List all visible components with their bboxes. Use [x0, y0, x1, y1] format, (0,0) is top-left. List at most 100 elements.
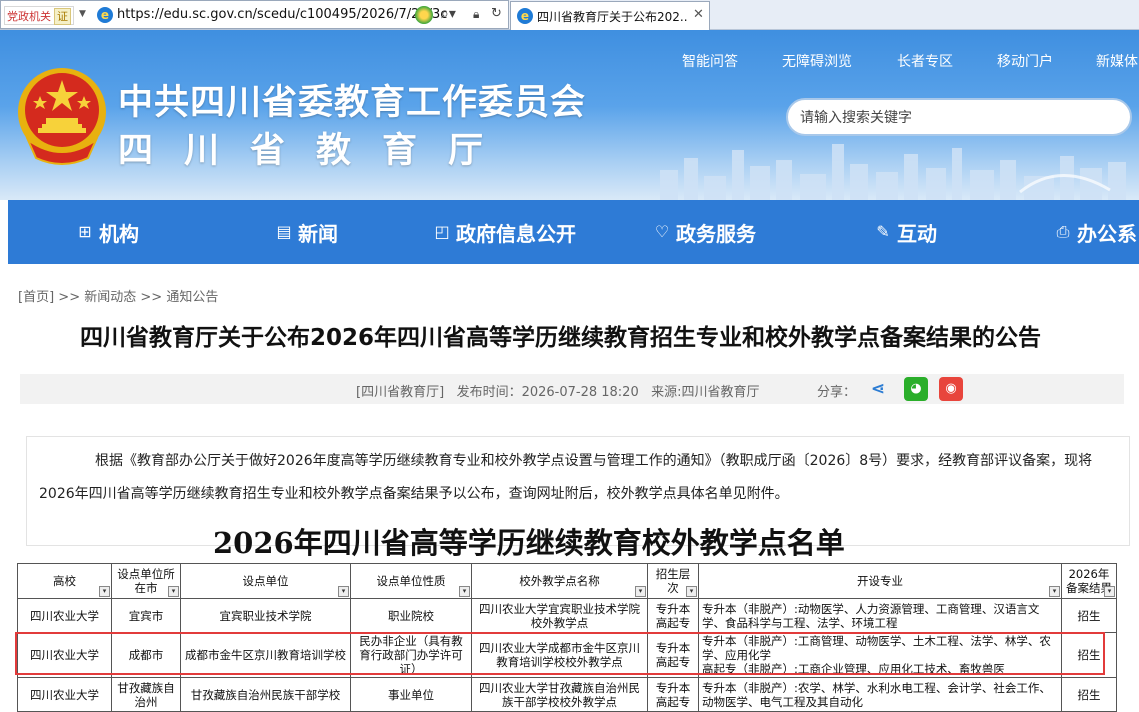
link-accessibility[interactable]: 无障碍浏览: [782, 51, 852, 71]
refresh-icon[interactable]: ↻: [491, 6, 502, 21]
cell-majors: 专升本（非脱产）:工商管理、动物医学、土木工程、法学、林学、农学、应用化学 高起…: [698, 632, 1062, 678]
col-header[interactable]: 设点单位所在市 ▾: [111, 563, 181, 599]
source: 来源:四川省教育厅: [651, 385, 760, 400]
cell-unit: 宜宾职业技术学院: [180, 598, 351, 633]
cell-city: 甘孜藏族自治州: [111, 677, 181, 712]
filter-icon[interactable]: ▾: [459, 586, 470, 597]
table-row: 四川农业大学 成都市 成都市金牛区京川教育培训学校 民办非企业（具有教育行政部门…: [17, 632, 1117, 678]
cell-city: 宜宾市: [111, 598, 181, 633]
nav-item-office[interactable]: ⎙ 办公系: [1054, 200, 1137, 264]
nav-label: 互动: [897, 221, 937, 246]
cell-nature: 职业院校: [350, 598, 472, 633]
filter-icon[interactable]: ▾: [338, 586, 349, 597]
filter-icon[interactable]: ▾: [99, 586, 110, 597]
nav-label: 新闻: [298, 221, 338, 246]
col-header[interactable]: 2026年备案结果 ▾: [1061, 563, 1117, 599]
info-disclosure-icon: ◰: [434, 222, 450, 241]
filter-icon[interactable]: ▾: [1104, 586, 1115, 597]
meta-text: [四川省教育厅] 发布时间：2026-07-28 18:20 来源:四川省教育厅: [356, 381, 760, 400]
link-elderly[interactable]: 长者专区: [897, 51, 953, 71]
col-header[interactable]: 高校 ▾: [17, 563, 112, 599]
nav-item-news[interactable]: ▤ 新闻: [275, 200, 338, 264]
col-header-label: 设点单位: [242, 574, 289, 588]
cell-university: 四川农业大学: [17, 677, 112, 712]
nav-label: 办公系: [1077, 221, 1137, 246]
share-label: 分享：: [817, 385, 857, 400]
browser-chrome: 党政机关证 ▼ e https://edu.sc.gov.cn/scedu/c1…: [0, 0, 1139, 30]
link-new-media[interactable]: 新媒体: [1096, 51, 1138, 71]
link-mobile-portal[interactable]: 移动门户: [997, 51, 1053, 71]
cell-majors: 专升本（非脱产）:动物医学、人力资源管理、工商管理、汉语言文学、食品科学与工程、…: [698, 598, 1062, 633]
col-header[interactable]: 招生层次 ▾: [647, 563, 699, 599]
heart-service-icon: ♡: [654, 222, 670, 241]
address-bar[interactable]: 党政机关证 ▼ e https://edu.sc.gov.cn/scedu/c1…: [0, 0, 509, 29]
table-header-row: 高校 ▾ 设点单位所在市 ▾ 设点单位 ▾ 设点单位性质 ▾ 校外教学点名称 ▾ 招生层次…: [17, 563, 1117, 599]
table-row: 四川农业大学 宜宾市 宜宾职业技术学院 职业院校 四川农业大学宜宾职业技术学院校…: [17, 598, 1117, 633]
cell-unit: 成都市金牛区京川教育培训学校: [180, 632, 351, 678]
filter-icon[interactable]: ▾: [168, 586, 179, 597]
cell-unit: 甘孜藏族自治州民族干部学校: [180, 677, 351, 712]
article-meta: [四川省教育厅] 发布时间：2026-07-28 18:20 来源:四川省教育厅…: [20, 374, 1124, 404]
nav-item-org[interactable]: ⊞ 机构: [76, 200, 139, 264]
cell-site-name: 四川农业大学宜宾职业技术学院校外教学点: [471, 598, 648, 633]
nav-item-info[interactable]: ◰ 政府信息公开: [433, 200, 576, 264]
col-header-label: 设点单位所在市: [117, 567, 175, 595]
main-nav: ⊞ 机构 ▤ 新闻 ◰ 政府信息公开 ♡ 政务服务 ✎ 互动 ⎙ 办公系: [8, 200, 1139, 264]
col-header-label: 高校: [53, 574, 76, 588]
nav-item-service[interactable]: ♡ 政务服务: [653, 200, 756, 264]
weibo-icon[interactable]: ◉: [939, 377, 963, 401]
compat-icon[interactable]: [415, 6, 433, 24]
col-header-label: 校外教学点名称: [519, 574, 600, 588]
breadcrumb-notices[interactable]: 通知公告: [166, 290, 218, 305]
breadcrumb-home[interactable]: [首页]: [18, 290, 54, 305]
filter-icon[interactable]: ▾: [1049, 586, 1060, 597]
search-icon[interactable]: ⌕▾: [441, 6, 456, 22]
cell-nature: 事业单位: [350, 677, 472, 712]
site-header: 中共四川省委教育工作委员会 四川省教育厅 智能问答 无障碍浏览 长者专区 移动门…: [0, 30, 1139, 200]
filter-icon[interactable]: ▾: [635, 586, 646, 597]
browser-tab[interactable]: e 四川省教育厅关于公布202... ✕: [510, 1, 710, 30]
cell-site-name: 四川农业大学成都市金牛区京川教育培训学校校外教学点: [471, 632, 648, 678]
publish-time: 发布时间：2026-07-28 18:20: [456, 385, 639, 400]
col-header[interactable]: 设点单位 ▾: [180, 563, 351, 599]
cell-level: 专升本 高起专: [647, 677, 699, 712]
share-icon[interactable]: ⋖: [866, 377, 890, 401]
nav-item-interact[interactable]: ✎ 互动: [874, 200, 937, 264]
link-smart-qa[interactable]: 智能问答: [682, 51, 738, 71]
org-name: 中共四川省委教育工作委员会: [118, 83, 587, 123]
url-text[interactable]: https://edu.sc.gov.cn/scedu/c100495/2026…: [117, 7, 447, 22]
cell-result: 招生: [1061, 598, 1117, 633]
col-header-label: 设点单位性质: [376, 574, 446, 588]
cell-result: 招生: [1061, 632, 1117, 678]
cell-result: 招生: [1061, 677, 1117, 712]
col-header[interactable]: 校外教学点名称 ▾: [471, 563, 648, 599]
cell-site-name: 四川农业大学甘孜藏族自治州民族干部学校校外教学点: [471, 677, 648, 712]
col-header[interactable]: 设点单位性质 ▾: [350, 563, 472, 599]
cell-level: 专升本 高起专: [647, 598, 699, 633]
cell-majors: 专升本（非脱产）:农学、林学、水利水电工程、会计学、社会工作、动物医学、电气工程…: [698, 677, 1062, 712]
cell-university: 四川农业大学: [17, 632, 112, 678]
printer-icon: ⎙: [1056, 222, 1070, 241]
chevron-down-icon[interactable]: ▼: [79, 9, 86, 19]
gov-badge[interactable]: 党政机关证: [4, 6, 74, 25]
skyline-graphic: [660, 144, 1126, 200]
tab-title: 四川省教育厅关于公布202...: [537, 10, 687, 24]
filter-icon[interactable]: ▾: [686, 586, 697, 597]
wechat-icon[interactable]: ◕: [904, 377, 928, 401]
news-icon: ▤: [276, 222, 292, 241]
tab-favicon-icon: e: [517, 8, 533, 24]
table-row: 四川农业大学 甘孜藏族自治州 甘孜藏族自治州民族干部学校 事业单位 四川农业大学…: [17, 677, 1117, 712]
search-input[interactable]: [798, 106, 1118, 130]
close-icon[interactable]: ✕: [693, 7, 704, 22]
nav-label: 政务服务: [676, 221, 756, 246]
lock-icon[interactable]: 🔒︎: [473, 7, 479, 22]
sites-table: 高校 ▾ 设点单位所在市 ▾ 设点单位 ▾ 设点单位性质 ▾ 校外教学点名称 ▾ 招生层次…: [17, 563, 1117, 712]
gov-badge-text: 党政机关: [7, 10, 51, 23]
breadcrumb-sep: >>: [140, 290, 163, 305]
cell-nature: 民办非企业（具有教育行政部门办学许可证）: [350, 632, 472, 678]
breadcrumb-news[interactable]: 新闻动态: [84, 290, 136, 305]
col-header[interactable]: 开设专业 ▾: [698, 563, 1062, 599]
col-header-label: 开设专业: [857, 574, 903, 588]
breadcrumb: [首页] >> 新闻动态 >> 通知公告: [18, 286, 218, 305]
article-paragraph: 根据《教育部办公厅关于做好2026年度高等学历继续教育专业和校外教学点设置与管理…: [39, 453, 1093, 502]
